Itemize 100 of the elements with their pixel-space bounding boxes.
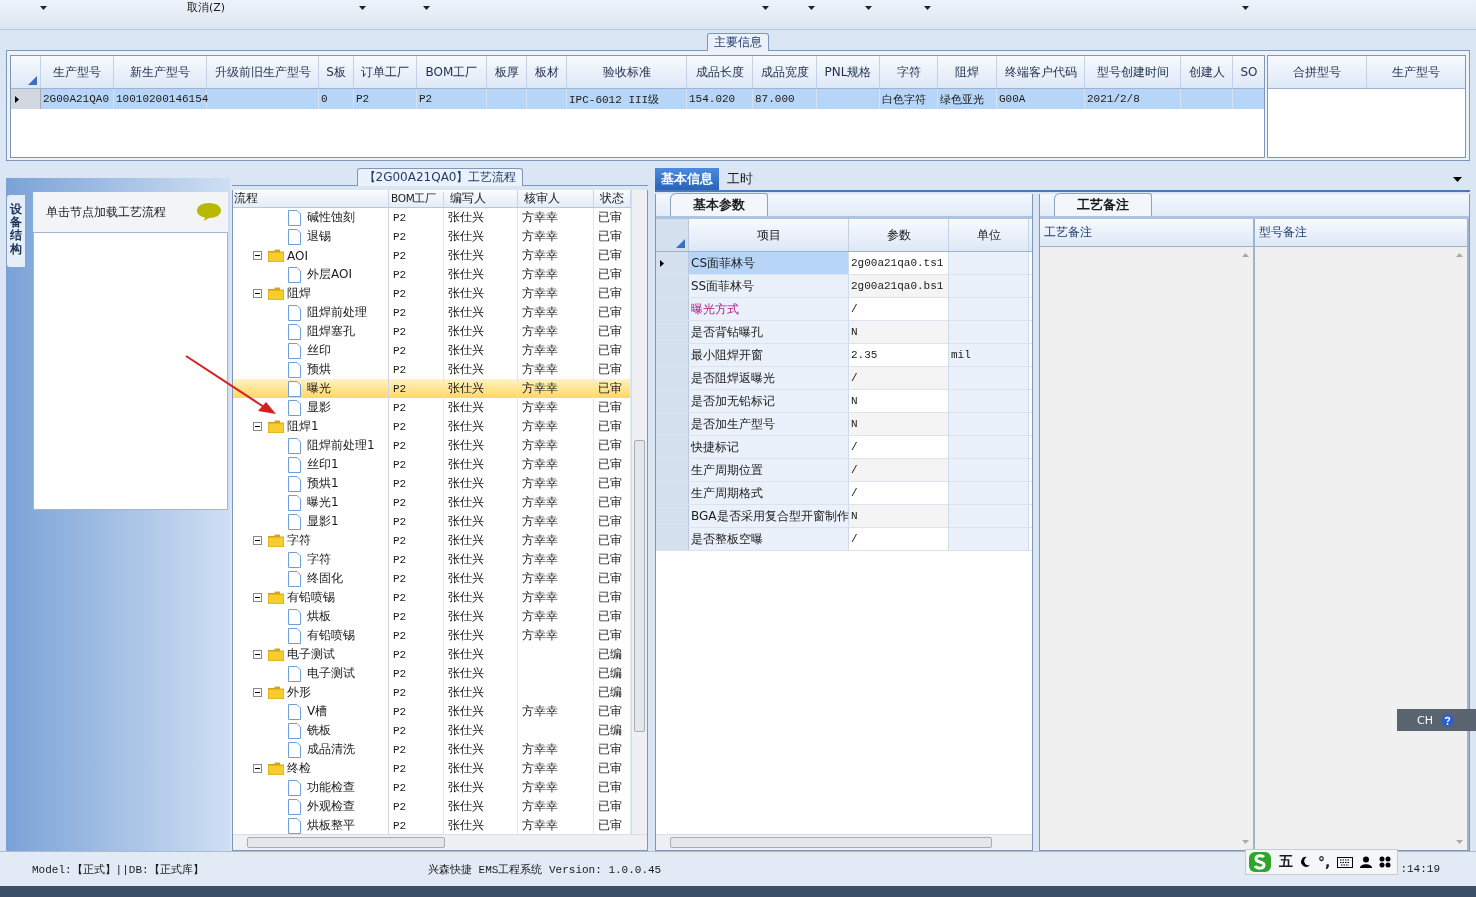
caret-icon[interactable] [1242, 6, 1249, 10]
table-row[interactable]: 是否加生产型号 N [656, 413, 1032, 436]
tree-node[interactable]: 烘板 [307, 608, 331, 625]
tree-node[interactable]: 有铅喷锡 [287, 589, 335, 606]
collapse-icon[interactable] [253, 650, 262, 659]
table-row[interactable]: 是否整板空曝 / [656, 528, 1032, 551]
tree-node[interactable]: 成品清洗 [307, 741, 355, 758]
tree-node[interactable]: 碱性蚀刻 [307, 209, 355, 226]
table-row[interactable]: 生产周期格式 / [656, 482, 1032, 505]
collapse-icon[interactable] [253, 536, 262, 545]
table-row[interactable]: CS面菲林号 2g00a21qa0.ts1 [656, 252, 1032, 275]
tree-node[interactable]: 显影1 [307, 513, 339, 530]
column-header[interactable]: 新生产型号 [114, 56, 207, 88]
column-header[interactable]: 订单工厂 [354, 56, 417, 88]
keyboard-icon[interactable] [1337, 856, 1354, 868]
column-header[interactable]: BOM工厂 [417, 56, 487, 88]
column-header[interactable]: 升级前旧生产型号 [207, 56, 319, 88]
collapse-icon[interactable] [253, 422, 262, 431]
tree-node[interactable]: 外层AOI [307, 266, 352, 283]
tab[interactable]: 工艺备注 [1054, 193, 1152, 216]
column-header[interactable]: 参数 [849, 219, 949, 251]
tree-node[interactable]: 字符 [307, 551, 331, 568]
caret-icon[interactable] [924, 6, 931, 10]
tree-node[interactable]: 显影 [307, 399, 331, 416]
column-header[interactable]: 生产型号 [41, 56, 114, 88]
caret-icon[interactable] [40, 6, 47, 10]
column-header[interactable]: 编写人 [444, 190, 518, 207]
tree-node[interactable]: 终固化 [307, 570, 343, 587]
column-header[interactable]: 生产型号 [1366, 56, 1465, 88]
tree-node[interactable]: 烘板整平 [307, 817, 355, 834]
tab[interactable]: 工时 [721, 168, 759, 190]
column-header[interactable]: 字符 [880, 56, 938, 88]
table-row[interactable]: 是否加无铅标记 N [656, 390, 1032, 413]
table-row[interactable]: 曝光方式 / [656, 298, 1032, 321]
tree-node[interactable]: 字符 [287, 532, 311, 549]
table-row[interactable]: 生产周期位置 / [656, 459, 1032, 482]
table-row[interactable]: SS面菲林号 2g00a21qa0.bs1 [656, 275, 1032, 298]
tree-node[interactable]: 退锡 [307, 228, 331, 245]
tree-node[interactable]: V槽 [307, 703, 328, 720]
column-header[interactable]: 核审人 [518, 190, 594, 207]
tree-node[interactable]: 外形 [287, 684, 311, 701]
tree-node[interactable]: 曝光 [307, 380, 331, 397]
tree-node[interactable]: 阻焊塞孔 [307, 323, 355, 340]
collapse-icon[interactable] [253, 251, 262, 260]
tree-node[interactable]: 阻焊1 [287, 418, 319, 435]
tree-node[interactable]: 功能检查 [307, 779, 355, 796]
tree-node[interactable]: 阻焊前处理1 [307, 437, 375, 454]
user-icon[interactable] [1360, 856, 1373, 868]
caret-icon[interactable] [808, 6, 815, 10]
column-header[interactable]: 板厚 [487, 56, 527, 88]
caret-icon[interactable] [359, 6, 366, 10]
column-header[interactable]: 终端客户代码 [997, 56, 1085, 88]
cancel-menu[interactable]: 取消(Z) [187, 0, 226, 15]
tree-node[interactable]: 阻焊前处理 [307, 304, 367, 321]
scrollbar[interactable] [631, 190, 647, 834]
collapse-icon[interactable] [253, 593, 262, 602]
column-header[interactable]: 型号创建时间 [1085, 56, 1181, 88]
tree-node[interactable]: 曝光1 [307, 494, 339, 511]
moon-icon[interactable] [1300, 856, 1312, 868]
column-header[interactable]: 成品长度 [687, 56, 753, 88]
column-header[interactable]: BOM工厂 [389, 191, 444, 206]
column-header[interactable]: 阻焊 [938, 56, 997, 88]
punctuation-mode[interactable]: °, [1318, 854, 1331, 870]
tree-node[interactable]: 预烘1 [307, 475, 339, 492]
column-header[interactable]: 创建人 [1181, 56, 1233, 88]
column-header[interactable]: 项目 [689, 219, 849, 251]
column-header[interactable]: 合拼型号 [1267, 56, 1367, 88]
tree-node[interactable]: AOI [287, 248, 308, 263]
table-row[interactable]: 是否背钻曝孔 N [656, 321, 1032, 344]
tree-node[interactable]: 预烘 [307, 361, 331, 378]
table-row[interactable]: 2G00A21QA0 10010200146154 0 P2 P2 IPC-6012 III级 154.020 87.000 白色字符 绿色亚光 G00A 2021/2/8 [11, 89, 1264, 109]
vertical-tab[interactable]: 设备结构 [6, 194, 26, 268]
tree-node[interactable]: 丝印1 [307, 456, 339, 473]
tree-node[interactable]: 电子测试 [307, 665, 355, 682]
table-row[interactable]: BGA是否采用复合型开窗制作 N [656, 505, 1032, 528]
tree-node[interactable]: 有铅喷锡 [307, 627, 355, 644]
column-header[interactable]: SO [1233, 56, 1264, 88]
input-mode[interactable]: 五 [1279, 853, 1294, 871]
tree-node[interactable]: 外观检查 [307, 798, 355, 815]
collapse-icon[interactable] [253, 289, 262, 298]
tree-node[interactable]: 铣板 [307, 722, 331, 739]
scrollbar[interactable] [656, 834, 1032, 850]
tree-node[interactable]: 电子测试 [287, 646, 335, 663]
collapse-icon[interactable] [253, 764, 262, 773]
tree-node[interactable]: 丝印 [307, 342, 331, 359]
tree-node[interactable]: 终检 [287, 760, 311, 777]
tree-node[interactable]: 阻焊 [287, 285, 311, 302]
scrollbar[interactable] [233, 834, 647, 850]
caret-icon[interactable] [762, 6, 769, 10]
column-header[interactable]: S板 [319, 56, 354, 88]
input-method-logo-icon[interactable] [1248, 851, 1273, 873]
tab[interactable]: 基本参数 [670, 193, 768, 216]
column-header[interactable]: PNL规格 [817, 56, 880, 88]
caret-icon[interactable] [423, 6, 430, 10]
collapse-icon[interactable] [253, 688, 262, 697]
column-header[interactable]: 验收标准 [567, 56, 687, 88]
table-row[interactable]: 最小阻焊开窗 2.35 mil [656, 344, 1032, 367]
grid-icon[interactable] [1379, 856, 1392, 868]
help-icon[interactable] [1440, 713, 1454, 727]
tab[interactable]: 基本信息 [655, 168, 719, 190]
